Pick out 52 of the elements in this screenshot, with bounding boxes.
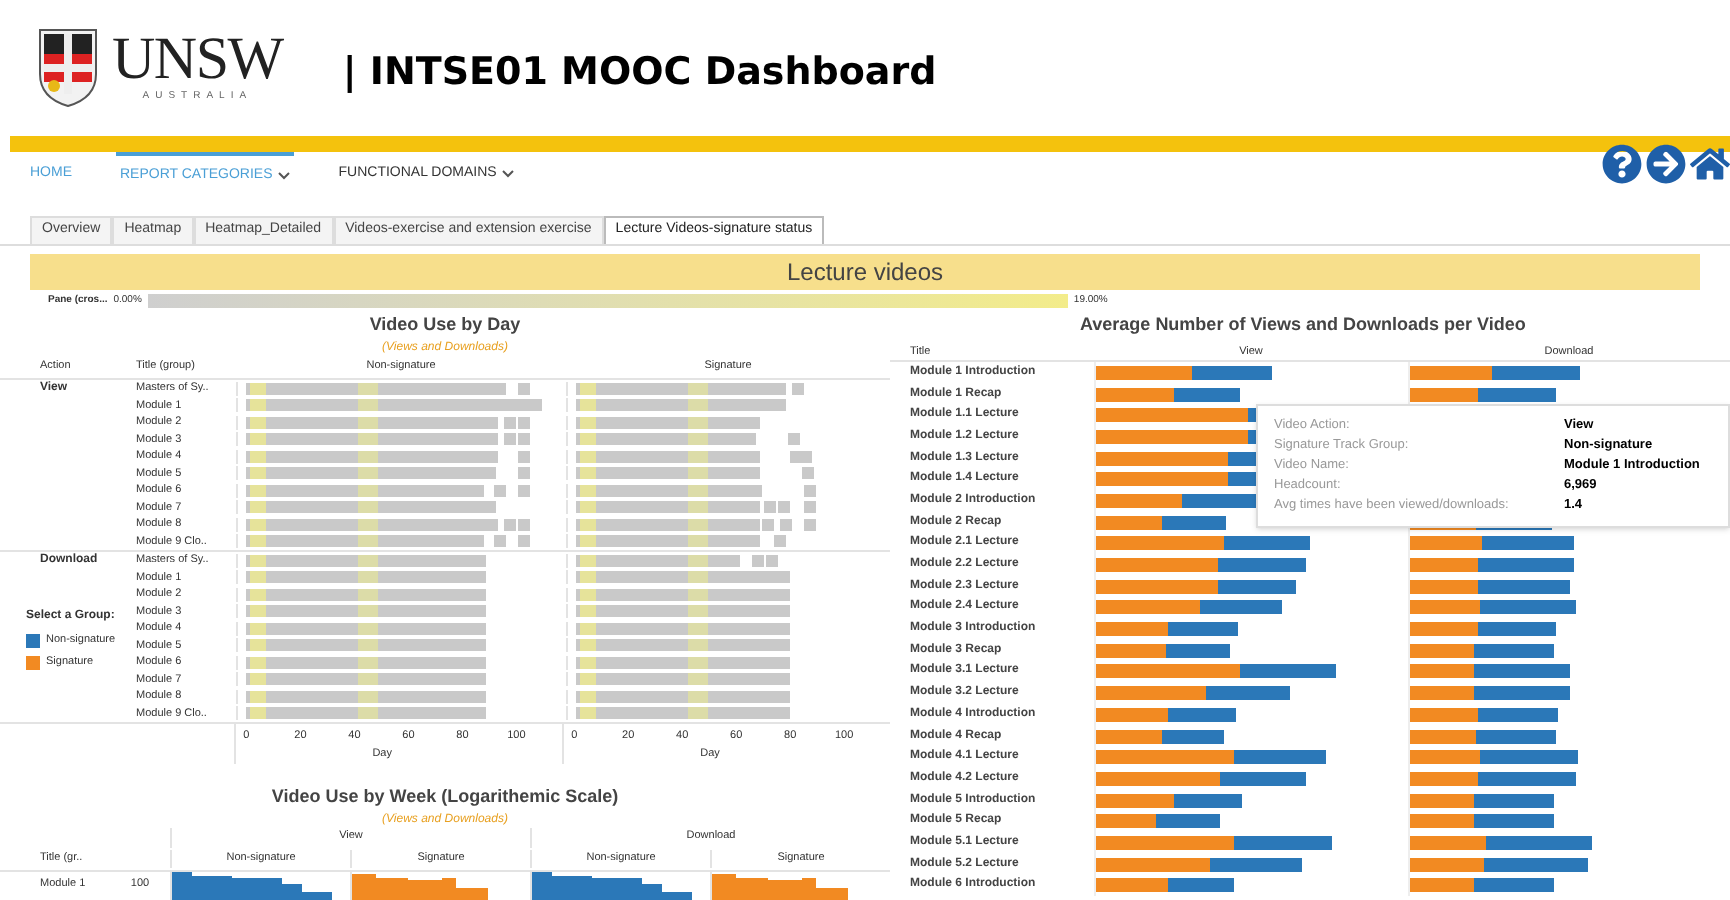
stacked-bar[interactable] [1096,515,1226,530]
crest-icon [36,26,100,110]
stacked-bar[interactable] [1096,600,1282,615]
stacked-bar[interactable] [1096,707,1236,722]
stacked-bar[interactable] [1410,622,1556,637]
legend-swatch[interactable] [26,633,40,648]
stacked-bar[interactable] [1410,643,1554,658]
legend-swatch[interactable] [26,655,40,670]
stacked-bar[interactable] [1096,579,1296,594]
stacked-bar[interactable] [1096,664,1336,679]
stacked-bar[interactable] [1410,793,1554,808]
home-icon[interactable] [1690,144,1730,184]
stacked-bar[interactable] [1096,387,1240,402]
stacked-bar[interactable] [1096,493,1262,508]
stacked-bar[interactable] [1096,558,1306,573]
stacked-bar[interactable] [1410,878,1554,893]
stacked-bar[interactable] [1410,771,1576,786]
stacked-bar[interactable] [1096,878,1234,893]
stacked-bar[interactable] [1096,793,1242,808]
stacked-bar[interactable] [1096,536,1310,551]
help-icon[interactable] [1602,144,1642,184]
stacked-bar[interactable] [1410,707,1558,722]
stacked-bar[interactable] [1096,835,1332,850]
stacked-bar[interactable] [1096,622,1238,637]
stacked-bar[interactable] [1410,857,1588,872]
stacked-bar[interactable] [1096,771,1306,786]
stacked-bar[interactable] [1096,686,1290,701]
page-title: | INTSE01 MOOC Dashboard [342,47,937,98]
stacked-bar[interactable] [1410,387,1556,402]
stacked-bar[interactable] [1096,365,1272,380]
chart-title: Video Use by Day [369,312,521,338]
stacked-bar[interactable] [1096,729,1224,744]
stacked-bar[interactable] [1410,579,1570,594]
stacked-bar[interactable] [1410,558,1574,573]
stacked-bar[interactable] [1410,600,1576,615]
chart-title: Video Use by Week (Logarithemic Scale) [271,784,619,810]
stacked-bar[interactable] [1410,686,1570,701]
stacked-bar[interactable] [1410,814,1554,829]
stacked-bar[interactable] [1410,664,1570,679]
stacked-bar[interactable] [1410,729,1556,744]
chart-title: Average Number of Views and Downloads per Video [1078,312,1528,338]
logo-text: UNSW [112,30,283,91]
stacked-bar[interactable] [1410,835,1592,850]
stacked-bar[interactable] [1410,536,1574,551]
section-banner: Lecture videos [30,254,1700,290]
stacked-bar[interactable] [1410,365,1580,380]
stacked-bar[interactable] [1096,643,1230,658]
stacked-bar[interactable] [1096,814,1220,829]
stacked-bar[interactable] [1096,857,1302,872]
stacked-bar[interactable] [1096,750,1326,765]
stacked-bar[interactable] [1410,750,1578,765]
share-icon[interactable] [1646,144,1686,184]
